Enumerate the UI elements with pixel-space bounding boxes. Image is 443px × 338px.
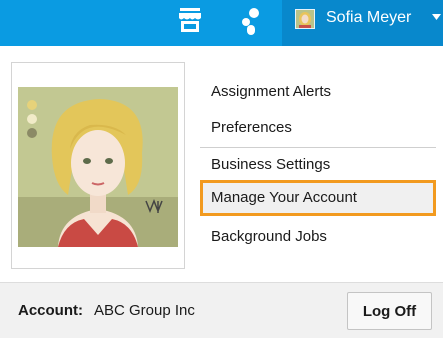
apps-icon[interactable] [238, 7, 262, 35]
menu-item-manage-your-account[interactable]: Manage Your Account [200, 180, 436, 216]
store-icon[interactable] [178, 7, 202, 33]
menu-item-preferences[interactable]: Preferences [200, 110, 436, 146]
user-avatar [295, 9, 315, 29]
menu-item-label: Background Jobs [211, 228, 327, 245]
menu-item-label: Business Settings [211, 156, 331, 173]
menu-item-background-jobs[interactable]: Background Jobs [200, 219, 436, 255]
menu-item-label: Preferences [211, 119, 292, 136]
log-off-button[interactable]: Log Off [347, 292, 432, 330]
account-name: ABC Group Inc [94, 302, 195, 319]
menu-item-label: Manage Your Account [211, 189, 357, 206]
user-menu-button[interactable]: Sofia Meyer [282, 0, 443, 46]
account-dropdown-panel: Assignment Alerts Preferences Business S… [0, 46, 443, 338]
menu-item-assignment-alerts[interactable]: Assignment Alerts [200, 74, 436, 110]
profile-photo [18, 87, 178, 247]
account-label: Account: [18, 302, 83, 319]
chevron-down-icon [432, 14, 441, 20]
user-name: Sofia Meyer [326, 9, 412, 26]
top-navigation-bar: Sofia Meyer [0, 0, 443, 46]
menu-item-label: Assignment Alerts [211, 83, 332, 100]
profile-photo-frame [11, 62, 185, 269]
account-footer: Account: ABC Group Inc Log Off [0, 282, 443, 338]
menu-item-business-settings[interactable]: Business Settings [200, 147, 436, 183]
